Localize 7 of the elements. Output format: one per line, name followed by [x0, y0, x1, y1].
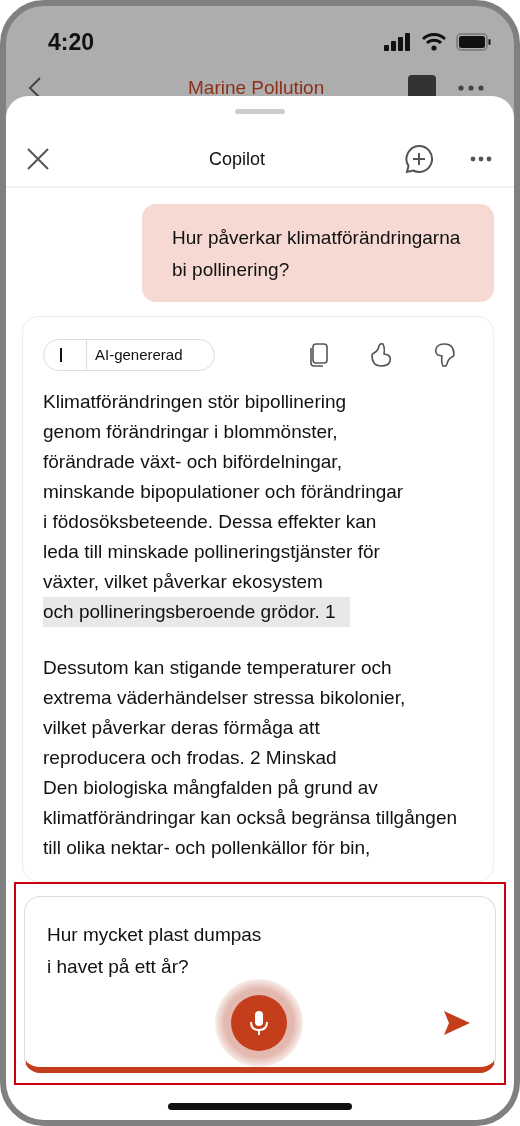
document-title: Marine Pollution — [188, 77, 325, 99]
response-text: och pollineringsberoende grödor. 1 — [43, 597, 350, 627]
sheet-title: Copilot — [208, 148, 266, 170]
message-field[interactable]: Hur mycket plast dumpas i havet på ett år? — [24, 896, 496, 1073]
response-text: Dessutom kan stigande temperaturer och extrema väderhändelser stressa bikolonier, vilket påverkar deras förmåga att reproducera och frodas. 2 Minskad Den biologiska mångfalden på grund av klimatförändringar kan också begränsa tillgången till olika nektar- och pollenkällor för bin, — [43, 656, 459, 860]
status-time: 4:20 — [48, 28, 95, 56]
user-message: Hur påverkar klimatförändringarna bi pollinering? — [142, 204, 494, 302]
